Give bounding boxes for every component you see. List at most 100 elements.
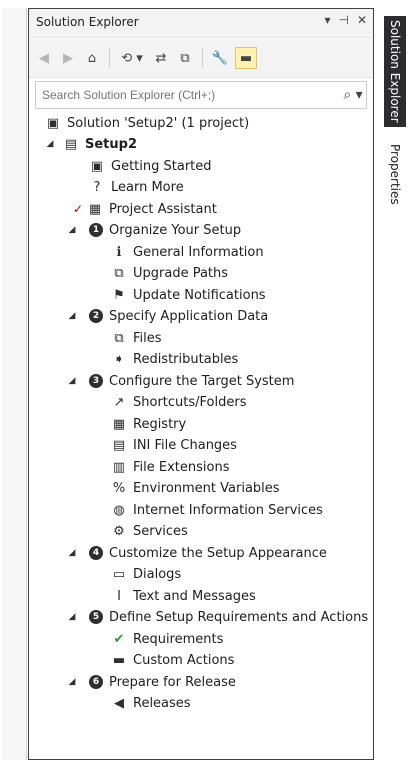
solution-explorer-panel: Solution Explorer ▾ ⊣ ✕ ◀ ▶ ⌂ ⟲ ▾ ⇄ ⧉ 🔧 … [28, 8, 374, 760]
home-icon[interactable]: ⌂ [83, 49, 101, 67]
tree-item-getting-started[interactable]: ▣ Getting Started [89, 156, 212, 176]
collapse-arrow-icon[interactable]: ◢ [67, 376, 77, 386]
project-icon: ▤ [64, 136, 78, 152]
tree-item-services[interactable]: ⚙ Services [111, 521, 188, 541]
release-icon: ◀ [114, 695, 124, 711]
tree-item-ini-changes[interactable]: ▤ INI File Changes [111, 435, 237, 455]
collapse-arrow-icon[interactable]: ◢ [67, 677, 77, 687]
tree-item-label: Redistributables [133, 351, 239, 367]
ini-file-icon: ▤ [112, 437, 126, 453]
requirements-check-icon: ✔ [113, 631, 125, 647]
tree-item-dialogs[interactable]: ▭ Dialogs [111, 564, 181, 584]
tree-item-upgrade-paths[interactable]: ⧉ Upgrade Paths [111, 263, 228, 283]
tree-item-label: Custom Actions [133, 652, 235, 668]
tree-item-label: Learn More [111, 179, 184, 195]
collapse-arrow-icon[interactable]: ◢ [67, 225, 77, 235]
tree-item-label: Requirements [133, 631, 224, 647]
collapse-arrow-icon[interactable]: ◢ [67, 612, 77, 622]
tree-item-text-messages[interactable]: Ⅰ Text and Messages [111, 586, 256, 606]
tree-item-requirements[interactable]: ✔ Requirements [111, 629, 224, 649]
tree-item-registry[interactable]: ▦ Registry [111, 414, 186, 434]
tree-item-iis[interactable]: ◍ Internet Information Services [111, 500, 323, 520]
tree-item-label: Dialogs [133, 566, 182, 582]
globe-icon: ◍ [113, 502, 125, 518]
tree-item-label: Environment Variables [133, 480, 280, 496]
collapse-arrow-icon[interactable]: ◢ [67, 548, 77, 558]
tree-item-label: Registry [133, 416, 187, 432]
step-number-icon: 5 [89, 610, 103, 624]
tree-item-shortcuts[interactable]: ↗ Shortcuts/Folders [111, 392, 247, 412]
toolbar-separator [202, 48, 203, 68]
search-icon[interactable]: ⌕ ▾ [340, 87, 366, 103]
panel-titlebar: Solution Explorer ▾ ⊣ ✕ [29, 9, 373, 38]
tree-item-general-info[interactable]: ℹ General Information [111, 242, 264, 262]
shortcut-icon: ↗ [113, 394, 125, 410]
percent-icon: % [112, 480, 126, 496]
step-number-icon: 6 [89, 675, 103, 689]
tree-item-label: Files [133, 330, 162, 346]
file-extension-icon: ▥ [112, 459, 126, 475]
forward-icon[interactable]: ▶ [59, 49, 77, 67]
tree-item-label: Specify Application Data [109, 308, 269, 324]
tree-item-define-requirements[interactable]: ◢ 5 Define Setup Requirements and Action… [29, 607, 369, 627]
tree-item-specify-app-data[interactable]: ◢ 2 Specify Application Data [29, 306, 269, 326]
search-box: ⌕ ▾ [35, 81, 367, 109]
tree-item-project-assistant[interactable]: ✓ ▦ Project Assistant [73, 199, 217, 219]
redistributable-icon: ➧ [113, 351, 125, 367]
sync-icon[interactable]: ⇄ [152, 49, 170, 67]
tree-item-file-extensions[interactable]: ▥ File Extensions [111, 457, 230, 477]
collapse-arrow-icon[interactable]: ◢ [45, 139, 55, 149]
tree-item-label: Configure the Target System [109, 373, 295, 389]
notification-icon: ⚑ [113, 287, 125, 303]
tree-item-label: Update Notifications [133, 287, 266, 303]
tree-item-configure-target[interactable]: ◢ 3 Configure the Target System [29, 371, 295, 391]
tree-item-label: Define Setup Requirements and Actions [109, 609, 369, 625]
registry-icon: ▦ [112, 416, 126, 432]
info-icon: ℹ [116, 244, 122, 260]
tree-item-env-vars[interactable]: % Environment Variables [111, 478, 280, 498]
tree-item-customize-appearance[interactable]: ◢ 4 Customize the Setup Appearance [29, 543, 327, 563]
close-icon[interactable]: ✕ [357, 13, 367, 27]
tree-item-prepare-release[interactable]: ◢ 6 Prepare for Release [29, 672, 236, 692]
tree-item-label: Customize the Setup Appearance [109, 545, 327, 561]
custom-action-icon: ▬ [112, 652, 126, 668]
tab-solution-explorer[interactable]: Solution Explorer [384, 16, 406, 127]
pin-icon[interactable]: ⊣ [338, 13, 348, 27]
monitor-icon: ▣ [90, 158, 104, 174]
tree-item-redistributables[interactable]: ➧ Redistributables [111, 349, 239, 369]
tree-item-files[interactable]: ⧉ Files [111, 328, 162, 348]
tree-item-label: Organize Your Setup [109, 222, 242, 238]
back-icon[interactable]: ◀ [35, 49, 53, 67]
tree-item-label: INI File Changes [133, 437, 237, 453]
step-number-icon: 2 [89, 309, 103, 323]
tree-item-label: Internet Information Services [133, 502, 323, 518]
left-gutter [2, 8, 27, 760]
tree-item-label: Getting Started [111, 158, 212, 174]
tree-item-label: Project Assistant [109, 201, 217, 217]
pending-changes-icon[interactable]: ⟲ ▾ [118, 49, 146, 67]
tree-item-label: Shortcuts/Folders [133, 394, 247, 410]
tree-item-solution[interactable]: ▣ Solution 'Setup2' (1 project) [45, 113, 249, 133]
tree-item-learn-more[interactable]: ? Learn More [89, 177, 184, 197]
tree-item-label: Setup2 [85, 136, 137, 152]
tree-item-custom-actions[interactable]: ▬ Custom Actions [111, 650, 235, 670]
tree-item-label: File Extensions [133, 459, 230, 475]
search-input[interactable] [36, 87, 340, 103]
checkmark-icon: ✓ [73, 202, 84, 216]
step-number-icon: 1 [89, 223, 103, 237]
tree-item-update-notifications[interactable]: ⚑ Update Notifications [111, 285, 266, 305]
dropdown-icon[interactable]: ▾ [324, 13, 330, 27]
panel-title: Solution Explorer [36, 15, 139, 29]
preview-toggle-icon[interactable]: ▬ [235, 47, 257, 69]
wrench-icon[interactable]: 🔧 [211, 49, 229, 67]
tree-item-organize[interactable]: ◢ 1 Organize Your Setup [29, 220, 242, 240]
tree-item-label: Solution 'Setup2' (1 project) [67, 115, 250, 131]
tree-item-releases[interactable]: ◀ Releases [111, 693, 191, 713]
tree-item-label: Prepare for Release [109, 674, 236, 690]
step-number-icon: 4 [89, 546, 103, 560]
collapse-arrow-icon[interactable]: ◢ [67, 311, 77, 321]
tab-properties[interactable]: Properties [384, 140, 406, 209]
tree-item-project[interactable]: ◢ ▤ Setup2 [29, 134, 137, 154]
files-icon: ⧉ [114, 330, 124, 346]
collapse-all-icon[interactable]: ⧉ [176, 49, 194, 67]
